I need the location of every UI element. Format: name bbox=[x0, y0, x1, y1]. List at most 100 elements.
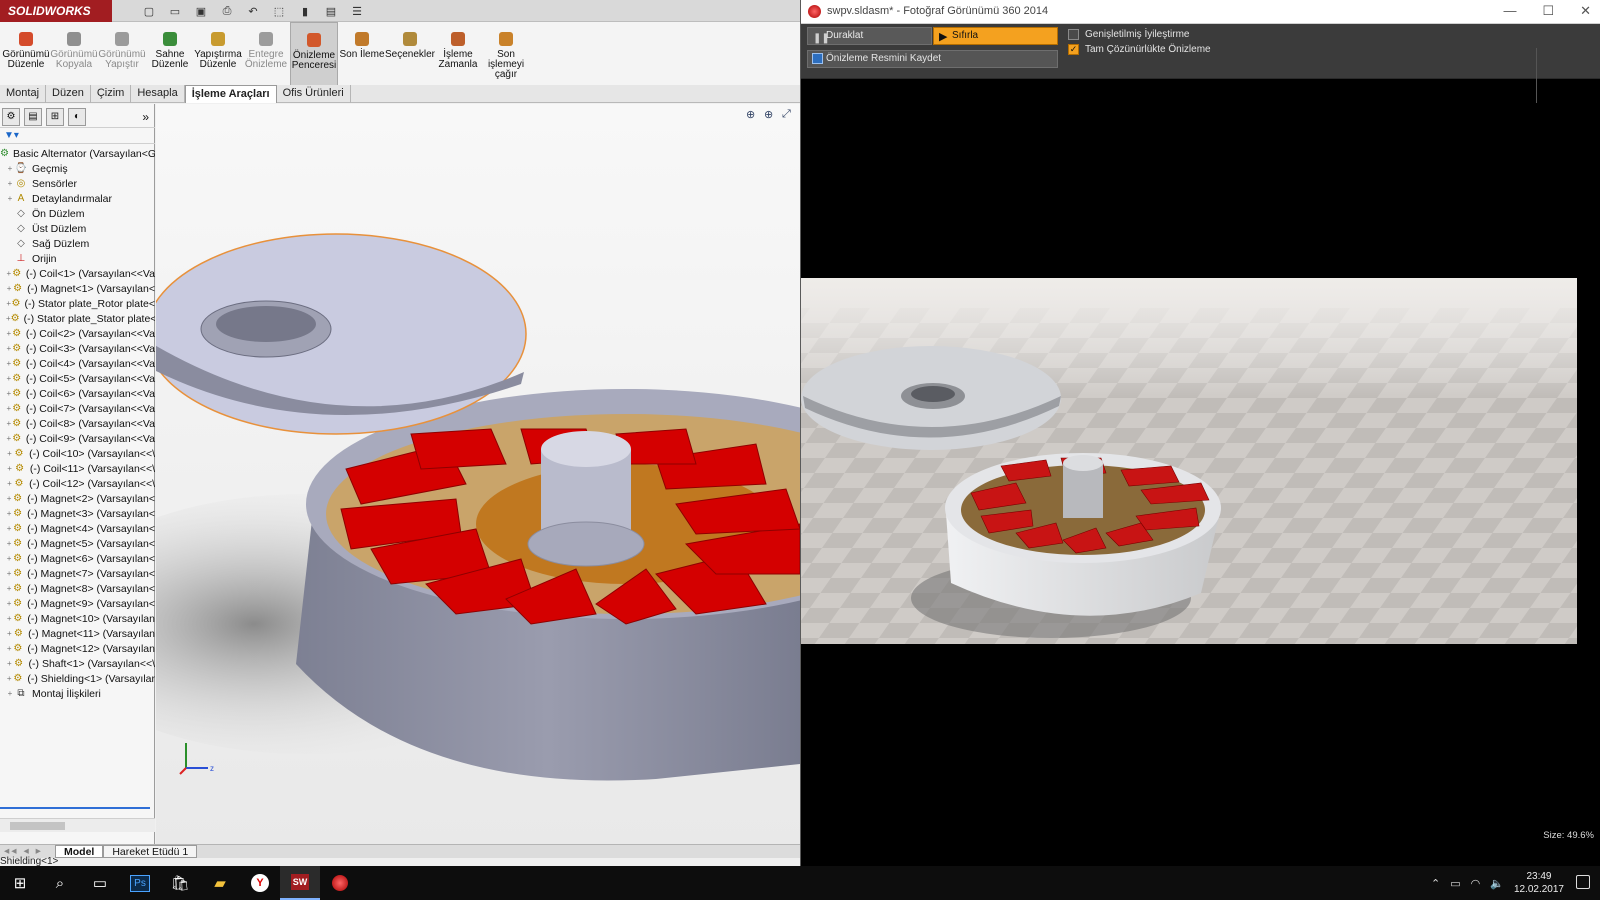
wifi-icon[interactable]: ◠ bbox=[1471, 877, 1481, 890]
tree-item[interactable]: + ⚙ (-) Stator plate_Stator plate< bbox=[0, 311, 155, 326]
tree-item[interactable]: + ⚙ (-) Magnet<10> (Varsayılan bbox=[0, 611, 155, 626]
tab-5[interactable]: Ofis Ürünleri bbox=[277, 85, 351, 103]
tree-item[interactable]: + ⚙ (-) Magnet<8> (Varsayılan< bbox=[0, 581, 155, 596]
tree-item[interactable]: + ⚙ (-) Coil<6> (Varsayılan<<Va bbox=[0, 386, 155, 401]
full-resolution-checkbox[interactable]: ✓ bbox=[1068, 44, 1079, 55]
command-button-0[interactable]: Görünümü Düzenle bbox=[2, 22, 50, 86]
volume-icon[interactable]: 🔈 bbox=[1490, 877, 1504, 890]
command-button-8[interactable]: Seçenekler bbox=[385, 22, 435, 86]
tree-item[interactable]: ⊥ Orijin bbox=[0, 251, 155, 266]
tab-2[interactable]: Çizim bbox=[91, 85, 132, 103]
tree-item[interactable]: + ⚙ (-) Coil<3> (Varsayılan<<Va bbox=[0, 341, 155, 356]
expand-toggle-icon[interactable]: + bbox=[6, 629, 13, 638]
alternator-model-view[interactable] bbox=[156, 104, 800, 844]
tree-item[interactable]: + ⚙ (-) Magnet<2> (Varsayılan< bbox=[0, 491, 155, 506]
solidworks-taskbar-icon[interactable]: SW bbox=[280, 866, 320, 900]
enhanced-refinement-option[interactable]: Genişletilmiş İyileştirme bbox=[1068, 29, 1189, 40]
options-icon[interactable]: ☰ bbox=[346, 3, 368, 19]
tree-item[interactable]: + ⚙ (-) Coil<8> (Varsayılan<<Va bbox=[0, 416, 155, 431]
new-document-icon[interactable]: ▢ bbox=[138, 3, 160, 19]
command-button-5[interactable]: Entegre Önizleme bbox=[242, 22, 290, 86]
tree-item[interactable]: + ⚙ (-) Coil<9> (Varsayılan<<Va bbox=[0, 431, 155, 446]
tree-item[interactable]: + ⚙ (-) Magnet<9> (Varsayılan< bbox=[0, 596, 155, 611]
rollback-bar[interactable] bbox=[0, 807, 150, 809]
store-icon[interactable]: 🛍 bbox=[160, 866, 200, 900]
command-button-4[interactable]: Yapıştırma Düzenle bbox=[194, 22, 242, 86]
action-center-icon[interactable] bbox=[1576, 875, 1590, 889]
tree-item[interactable]: + ⚙ (-) Shielding<1> (Varsayılar bbox=[0, 671, 155, 686]
tree-item[interactable]: ◇ Üst Düzlem bbox=[0, 221, 155, 236]
tree-item[interactable]: ◇ Ön Düzlem bbox=[0, 206, 155, 221]
close-icon[interactable]: ✕ bbox=[1580, 3, 1591, 19]
tree-item[interactable]: + ⚙ (-) Coil<1> (Varsayılan<<Va bbox=[0, 266, 155, 281]
expand-toggle-icon[interactable]: + bbox=[6, 164, 14, 173]
yandex-browser-icon[interactable]: Y bbox=[240, 866, 280, 900]
select-icon[interactable]: ⬚ bbox=[268, 3, 290, 19]
tree-item[interactable]: + ◎ Sensörler bbox=[0, 176, 155, 191]
tray-overflow-icon[interactable]: ⌃ bbox=[1431, 877, 1440, 890]
bottom-tab-0[interactable]: Model bbox=[55, 845, 104, 858]
command-button-10[interactable]: Son işlemeyi çağır bbox=[482, 22, 530, 86]
expand-toggle-icon[interactable]: + bbox=[6, 479, 13, 488]
command-button-7[interactable]: Son İleme bbox=[338, 22, 386, 86]
tree-item[interactable]: + ⚙ (-) Magnet<3> (Varsayılan< bbox=[0, 506, 155, 521]
tree-item[interactable]: + ⚙ (-) Coil<11> (Varsayılan<<\ bbox=[0, 461, 155, 476]
tab-0[interactable]: Montaj bbox=[0, 85, 47, 103]
undo-icon[interactable]: ↶ bbox=[242, 3, 264, 19]
clock[interactable]: 23:49 12.02.2017 bbox=[1514, 870, 1564, 896]
command-button-3[interactable]: Sahne Düzenle bbox=[146, 22, 194, 86]
graphics-area[interactable]: ⊕ ⊕ ⤢ z bbox=[156, 104, 800, 844]
full-resolution-option[interactable]: ✓ Tam Çözünürlükte Önizleme bbox=[1068, 44, 1211, 55]
feature-manager-tab-icon[interactable]: ⚙ bbox=[2, 107, 20, 126]
print-icon[interactable]: ⎙ bbox=[216, 3, 238, 19]
tree-item[interactable]: + ⚙ (-) Shaft<1> (Varsayılan<<\ bbox=[0, 656, 155, 671]
tab-3[interactable]: Hesapla bbox=[131, 85, 185, 103]
battery-icon[interactable]: ▭ bbox=[1450, 877, 1460, 890]
command-button-2[interactable]: Görünümü Yapıştır bbox=[98, 22, 146, 86]
tree-item[interactable]: + ⚙ (-) Magnet<12> (Varsayılan bbox=[0, 641, 155, 656]
file-explorer-icon[interactable]: ▰ bbox=[200, 866, 240, 900]
scrollbar-thumb[interactable] bbox=[10, 822, 65, 830]
file-properties-icon[interactable]: ▤ bbox=[320, 3, 342, 19]
tree-item[interactable]: + ⚙ (-) Magnet<1> (Varsayılan< bbox=[0, 281, 155, 296]
minimize-icon[interactable]: — bbox=[1503, 3, 1516, 19]
panel-horizontal-scrollbar[interactable] bbox=[0, 818, 155, 832]
reset-button[interactable]: ▶ Sıfırla bbox=[933, 27, 1058, 45]
bottom-tab-1[interactable]: Hareket Etüdü 1 bbox=[103, 845, 198, 858]
tree-item[interactable]: + ⚙ (-) Stator plate_Rotor plate< bbox=[0, 296, 155, 311]
photoshop-icon[interactable]: Ps bbox=[120, 866, 160, 900]
tree-item[interactable]: ⚙ Basic Alternator (Varsayılan<Gö bbox=[0, 146, 155, 161]
command-button-6[interactable]: Önizleme Penceresi bbox=[290, 22, 338, 86]
tree-item[interactable]: + ⚙ (-) Magnet<6> (Varsayılan< bbox=[0, 551, 155, 566]
photoview-taskbar-icon[interactable] bbox=[320, 866, 360, 900]
open-folder-icon[interactable]: ▭ bbox=[164, 3, 186, 19]
tree-item[interactable]: + ⚙ (-) Coil<7> (Varsayılan<<Va bbox=[0, 401, 155, 416]
enhanced-refinement-checkbox[interactable] bbox=[1068, 29, 1079, 40]
expand-toggle-icon[interactable]: + bbox=[6, 449, 13, 458]
expand-toggle-icon[interactable]: + bbox=[6, 464, 13, 473]
tree-item[interactable]: + A Detaylandırmalar bbox=[0, 191, 155, 206]
save-preview-button[interactable]: Önizleme Resmini Kaydet bbox=[807, 50, 1058, 68]
task-view-icon[interactable]: ▭ bbox=[80, 866, 120, 900]
save-icon[interactable]: ▣ bbox=[190, 3, 212, 19]
tree-item[interactable]: + ⚙ (-) Coil<12> (Varsayılan<<\ bbox=[0, 476, 155, 491]
tab-4[interactable]: İşleme Araçları bbox=[184, 85, 277, 103]
tree-item[interactable]: + ⌚ Geçmiş bbox=[0, 161, 155, 176]
expand-toggle-icon[interactable]: + bbox=[6, 179, 14, 188]
expand-panel-icon[interactable]: » bbox=[142, 110, 149, 124]
zoom-to-area-icon[interactable]: ⊕ bbox=[764, 108, 778, 122]
property-manager-tab-icon[interactable]: ▤ bbox=[24, 107, 42, 126]
search-icon[interactable]: ⌕ bbox=[40, 866, 80, 900]
zoom-to-fit-icon[interactable]: ⊕ bbox=[746, 108, 760, 122]
tree-item[interactable]: + ⚙ (-) Coil<4> (Varsayılan<<Va bbox=[0, 356, 155, 371]
command-button-1[interactable]: Görünümü Kopyala bbox=[50, 22, 98, 86]
command-button-9[interactable]: İşleme Zamanla bbox=[434, 22, 482, 86]
tree-item[interactable]: + ⚙ (-) Magnet<5> (Varsayılan< bbox=[0, 536, 155, 551]
expand-toggle-icon[interactable]: + bbox=[6, 194, 14, 203]
tree-item[interactable]: + ⚙ (-) Coil<2> (Varsayılan<<Va bbox=[0, 326, 155, 341]
tree-item[interactable]: + ⚙ (-) Magnet<7> (Varsayılan< bbox=[0, 566, 155, 581]
tree-item[interactable]: + ⚙ (-) Coil<10> (Varsayılan<<\ bbox=[0, 446, 155, 461]
tree-item[interactable]: ◇ Sağ Düzlem bbox=[0, 236, 155, 251]
windows-start-icon[interactable]: ⊞ bbox=[0, 866, 40, 900]
tree-item[interactable]: + ⚙ (-) Magnet<11> (Varsayılan bbox=[0, 626, 155, 641]
